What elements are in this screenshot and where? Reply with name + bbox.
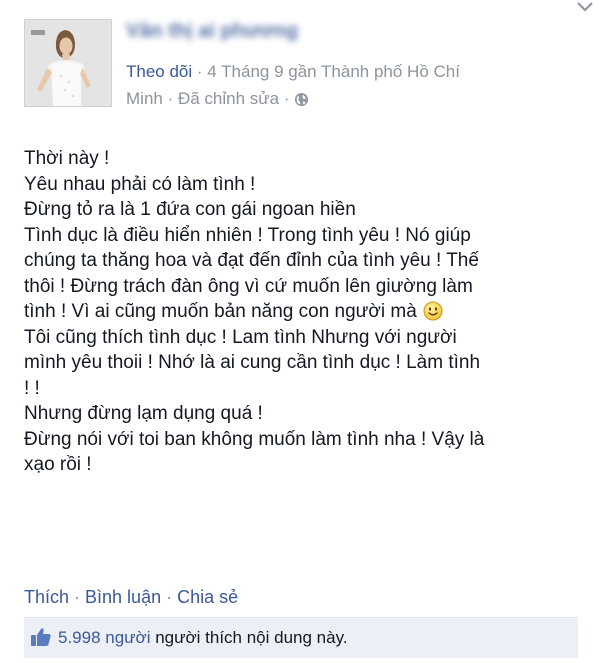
message-line: ! ! — [24, 377, 40, 399]
facebook-post: Văn thị ai phương Theo dõi · 4 Tháng 9 g… — [0, 0, 600, 663]
message-line: Tình dục là điều hiển nhiên ! Trong tình… — [24, 224, 471, 246]
message-line: Nhưng đừng lạm dụng quá ! — [24, 403, 263, 424]
post-meta: Theo dõi · 4 Tháng 9 gần Thành phố Hồ Ch… — [126, 58, 546, 112]
author-name[interactable]: Văn thị ai phương — [126, 20, 406, 48]
post-actions: Thích · Bình luận · Chia sẻ — [24, 585, 238, 609]
action-separator: · — [69, 587, 86, 607]
message-line: Yêu nhau phải có làm tình ! — [24, 173, 256, 195]
message-line: tình ! Vì ai cũng muốn bản năng con ngườ… — [24, 301, 417, 322]
message-line: chúng ta thăng hoa và đạt đến đỉnh của t… — [24, 250, 479, 271]
globe-icon[interactable] — [294, 92, 309, 107]
like-link[interactable]: Thích — [24, 587, 69, 607]
likes-label: người thích nội dung này. — [150, 628, 348, 647]
likes-summary: 5.998 người người thích nội dung này. — [58, 627, 348, 649]
share-link[interactable]: Chia sẻ — [177, 587, 238, 607]
follow-link[interactable]: Theo dõi — [126, 62, 192, 81]
action-separator: · — [161, 587, 178, 607]
thumbs-up-icon[interactable] — [30, 627, 52, 647]
message-line: Đừng tỏ ra là 1 đứa con gái ngoan hiền — [24, 199, 356, 220]
avatar[interactable] — [24, 19, 112, 107]
likes-count[interactable]: 5.998 người — [58, 628, 150, 647]
comment-link[interactable]: Bình luận — [85, 587, 161, 607]
message-line: mình yêu thoii ! Nhớ là ai cung cần tình… — [24, 352, 481, 373]
message-line: Đừng nói với toi ban không muốn làm tình… — [24, 428, 485, 450]
likes-bar: 5.998 người người thích nội dung này. — [24, 617, 578, 658]
post-edited-location[interactable]: Minh · Đã chỉnh sửa · — [126, 89, 290, 108]
smiley-icon — [423, 301, 443, 321]
message-line: Thời này ! — [24, 148, 110, 169]
message-line: thôi ! Đừng trách đàn ông vì cứ muốn lên… — [24, 275, 473, 297]
message-line-with-emoticon: tình ! Vì ai cũng muốn bản năng con ngườ… — [24, 299, 584, 325]
post-message: Thời này ! Yêu nhau phải có làm tình ! Đ… — [24, 146, 584, 478]
message-line: Tôi cũng thích tình dục ! Lam tình Nhưng… — [24, 326, 457, 348]
chevron-down-icon[interactable] — [576, 0, 594, 14]
post-date-location[interactable]: · 4 Tháng 9 gần Thành phố Hồ Chí — [192, 62, 460, 81]
message-line: xạo rồi ! — [24, 454, 92, 475]
